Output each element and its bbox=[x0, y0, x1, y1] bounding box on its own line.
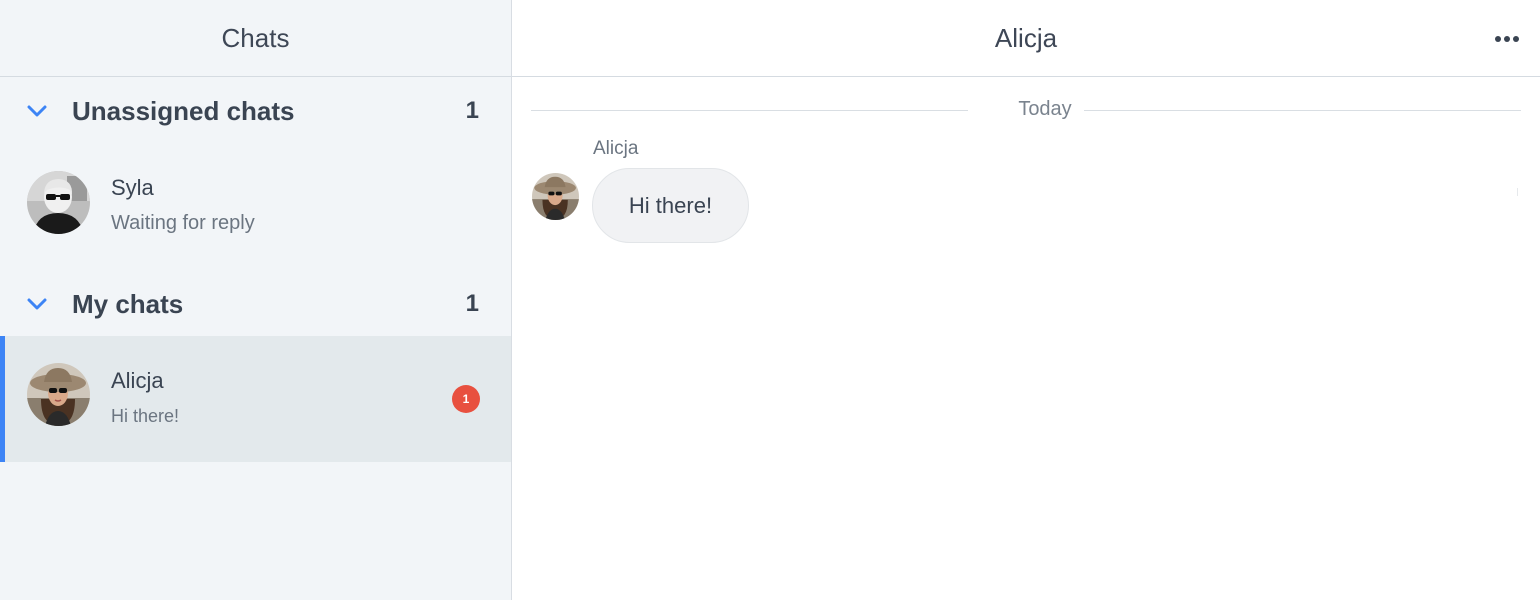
section-header-my-chats[interactable]: My chats 1 bbox=[0, 276, 511, 332]
chat-item-syla[interactable]: Syla Waiting for reply bbox=[0, 140, 511, 266]
day-divider: Today bbox=[531, 96, 1521, 126]
chats-sidebar: Chats Unassigned chats 1 Syla Waiting fo… bbox=[0, 0, 512, 600]
conversation-title: Alicja bbox=[994, 22, 1058, 53]
sidebar-header: Chats bbox=[0, 0, 511, 77]
chat-name: Syla bbox=[111, 175, 154, 200]
section-title: My chats bbox=[72, 288, 184, 319]
message-author: Alicja bbox=[593, 138, 639, 159]
section-count: 1 bbox=[465, 97, 479, 124]
avatar bbox=[27, 363, 90, 426]
more-dot bbox=[1513, 36, 1519, 42]
avatar bbox=[27, 171, 90, 234]
section-count: 1 bbox=[465, 290, 479, 317]
chevron-down-icon[interactable] bbox=[26, 293, 48, 315]
more-dot bbox=[1504, 36, 1510, 42]
divider-line bbox=[1084, 110, 1521, 111]
chat-preview: Waiting for reply bbox=[111, 212, 255, 234]
chat-app: Chats Unassigned chats 1 Syla Waiting fo… bbox=[0, 0, 1540, 600]
more-horizontal-icon bbox=[1495, 36, 1501, 42]
chat-name: Alicja bbox=[111, 368, 164, 393]
conversation-header: Alicja bbox=[512, 0, 1540, 77]
section-header-unassigned[interactable]: Unassigned chats 1 bbox=[0, 83, 511, 139]
chat-preview: Hi there! bbox=[111, 406, 180, 426]
divider-line bbox=[531, 110, 968, 111]
scrollbar[interactable] bbox=[1517, 188, 1518, 196]
message-bubble: Hi there! bbox=[592, 168, 749, 243]
section-title: Unassigned chats bbox=[72, 95, 295, 126]
conversation-pane: Alicja Today Alicja Hi there! bbox=[512, 0, 1540, 600]
message-avatar bbox=[532, 173, 579, 220]
chevron-down-icon[interactable] bbox=[26, 100, 48, 122]
more-options-button[interactable] bbox=[1492, 26, 1522, 52]
chat-item-alicja[interactable]: Alicja Hi there! 1 bbox=[0, 336, 511, 462]
sidebar-title: Chats bbox=[221, 22, 290, 53]
active-indicator bbox=[0, 336, 5, 462]
unread-badge: 1 bbox=[452, 385, 480, 413]
